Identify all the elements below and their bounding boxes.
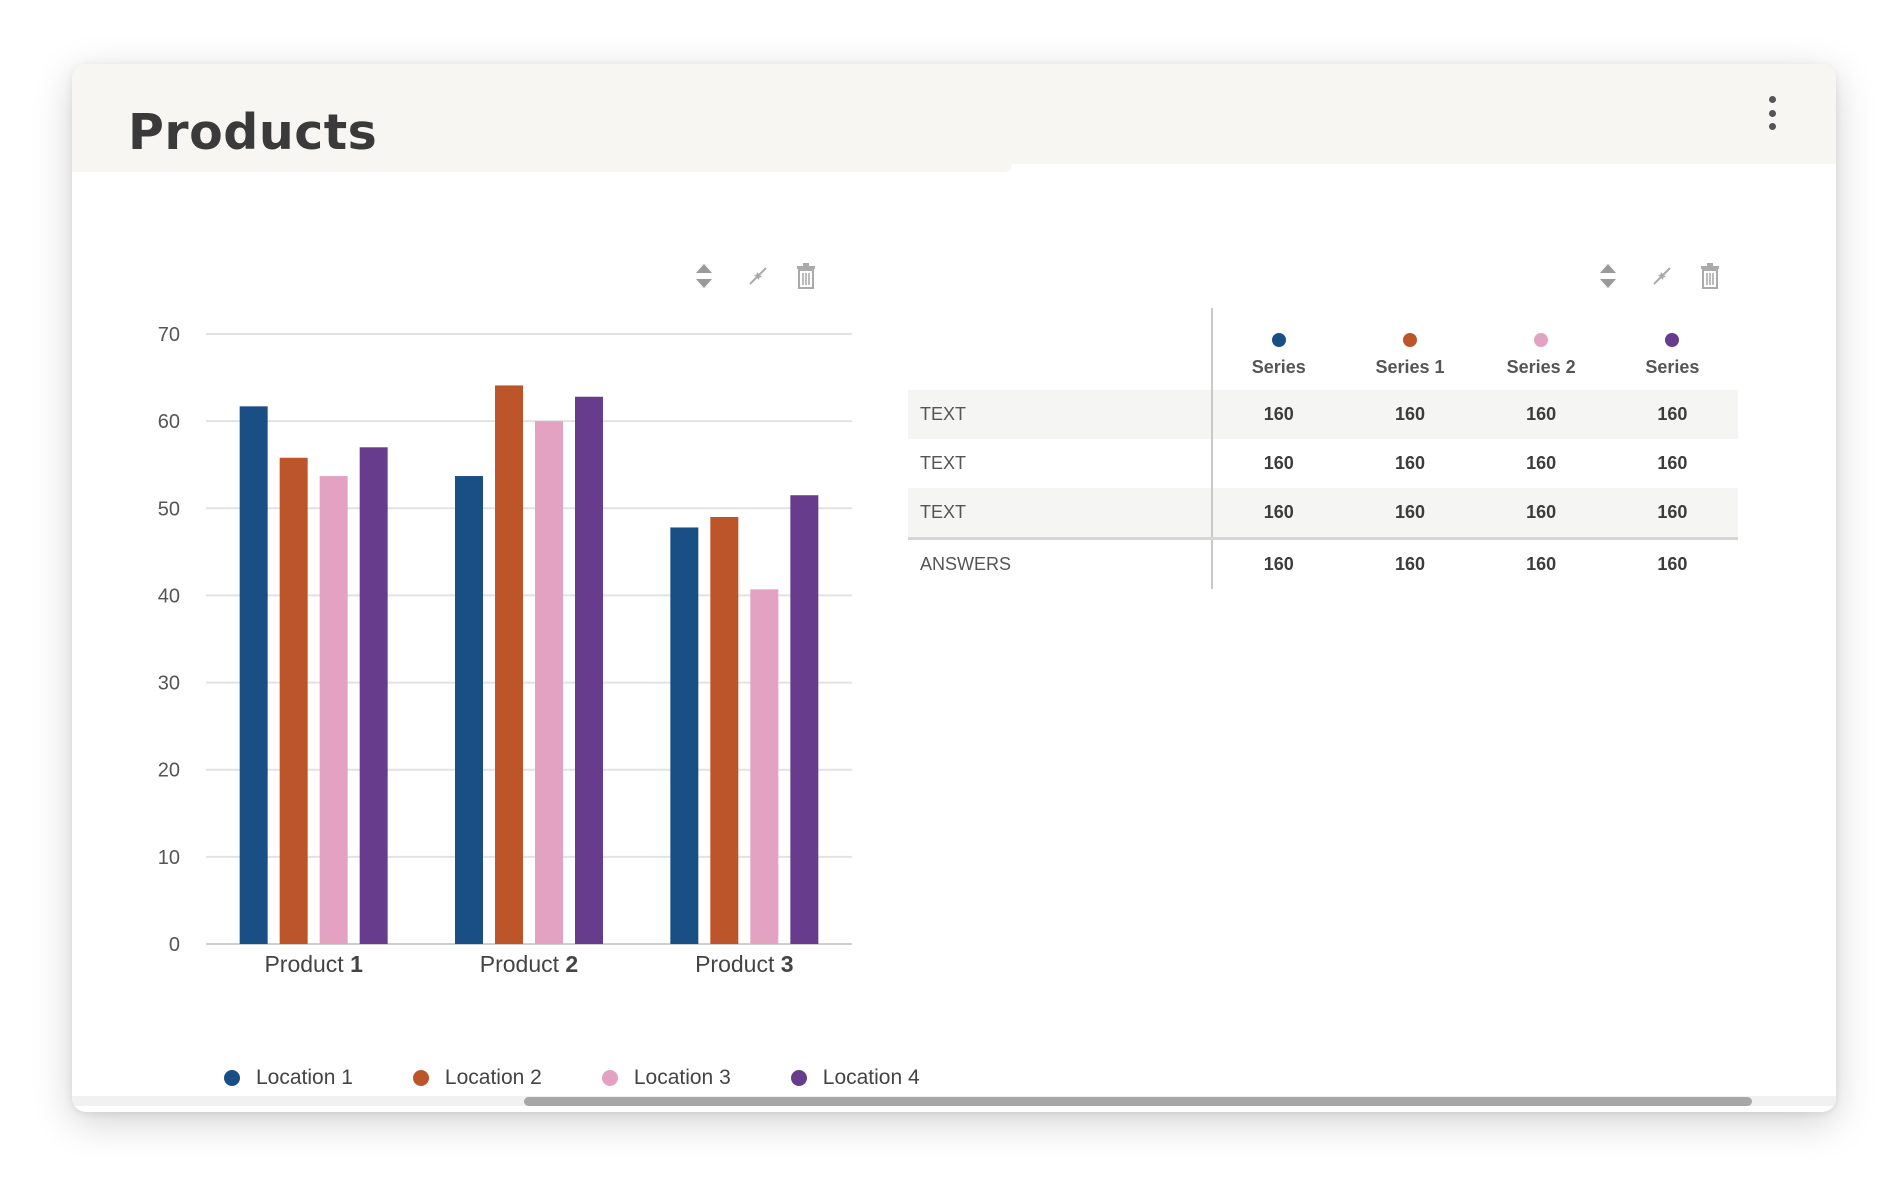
series-dot: [1665, 333, 1680, 347]
table-cell: 160: [1263, 453, 1294, 473]
table-row: TEXT 160 160 160 160: [908, 390, 1738, 439]
table-collapse-button[interactable]: [1646, 260, 1678, 292]
products-card: Products 0 10 20 30 40 50 60 70 Product …: [72, 64, 1836, 1112]
x-tick-label-text: Product: [695, 951, 781, 977]
y-tick-label: 10: [158, 847, 180, 869]
table-row-answers: ANSWERS 160 160 160 160: [908, 537, 1738, 589]
more-options-button[interactable]: [1760, 96, 1784, 130]
more-vertical-icon-dot: [1768, 109, 1776, 117]
legend-item[interactable]: Location 4: [790, 1066, 920, 1090]
legend-item[interactable]: Location 3: [601, 1066, 731, 1090]
bar: [455, 476, 483, 944]
bar: [495, 385, 523, 944]
table-header-row: Series Series 1 Series 2 Series: [908, 308, 1738, 390]
x-tick-label-text: Product: [480, 951, 566, 977]
bar: [535, 421, 563, 945]
column-header-label: Series: [1251, 357, 1306, 377]
y-tick-label: 70: [158, 324, 180, 346]
table-cell: 160: [1475, 488, 1607, 539]
data-table-container: Series Series 1 Series 2 Series TEXT 160…: [908, 308, 1738, 648]
column-header[interactable]: Series: [1607, 308, 1738, 390]
row-label: TEXT: [908, 488, 1214, 539]
horizontal-scrollbar-thumb[interactable]: [524, 1097, 1752, 1106]
table-cell: 160: [1475, 537, 1607, 589]
table-cell: 160: [1606, 537, 1738, 589]
legend-dot: [790, 1070, 807, 1086]
x-tick-label: Product 2: [480, 951, 578, 977]
y-tick-label: 40: [158, 585, 180, 607]
row-label: TEXT: [908, 390, 1214, 439]
table-sort-button[interactable]: [1592, 260, 1624, 292]
row-label: TEXT: [908, 439, 1214, 488]
legend-label: Location 1: [256, 1066, 353, 1089]
column-header-label: Series 1: [1375, 357, 1445, 377]
table-cell: 160: [1344, 537, 1476, 589]
more-vertical-icon: [1768, 96, 1776, 103]
legend-dot: [412, 1070, 429, 1086]
y-tick-label: 30: [158, 673, 180, 695]
table-delete-button[interactable]: [1694, 260, 1726, 292]
x-tick-label: Product 1: [264, 951, 363, 977]
y-tick-label: 50: [158, 498, 180, 520]
column-header-label: Series 2: [1506, 357, 1576, 377]
table-cell: 160: [1394, 453, 1425, 473]
bar-chart: 010203040506070Product 1 Product 2 Product…: [158, 324, 852, 977]
y-tick-label: 20: [158, 760, 180, 782]
table-row: TEXT 160 160 160 160: [908, 439, 1738, 488]
bar: [575, 396, 603, 944]
legend-item[interactable]: Location 2: [412, 1066, 542, 1090]
x-tick-label-number: 2: [565, 951, 578, 977]
bar: [750, 589, 779, 944]
legend-dot: [224, 1070, 240, 1086]
table-cell: 160: [1344, 390, 1476, 439]
table-cell: 160: [1475, 390, 1607, 439]
table-cell: 160: [1657, 453, 1688, 473]
legend-label: Location 2: [444, 1066, 542, 1089]
table-cell: 160: [1212, 390, 1345, 439]
bar: [790, 495, 819, 944]
legend-label: Location 3: [633, 1066, 731, 1089]
y-tick-label: 0: [169, 934, 180, 956]
series-dot: [1271, 333, 1286, 347]
more-vertical-icon-dot: [1768, 123, 1776, 130]
column-header[interactable]: Series 2: [1476, 308, 1607, 390]
sort-icon: [1600, 264, 1616, 288]
column-header-label: Series: [1645, 357, 1700, 377]
bar: [359, 447, 388, 944]
x-tick-label-text: Product: [264, 951, 350, 977]
bar: [279, 457, 308, 944]
column-header[interactable]: Series 1: [1344, 308, 1475, 390]
table-cell: 160: [1526, 453, 1557, 473]
table-row: TEXT 160 160 160 160: [908, 488, 1738, 539]
legend-item[interactable]: Location 1: [224, 1066, 353, 1090]
table-toolbar: [1592, 260, 1726, 292]
legend-label: Location 4: [822, 1066, 920, 1089]
table-cell: 160: [1606, 488, 1738, 539]
x-tick-label-number: 1: [350, 951, 363, 977]
bar: [239, 406, 268, 944]
row-label: ANSWERS: [908, 537, 1214, 589]
series-dot: [1534, 333, 1549, 347]
trash-icon: [1701, 263, 1719, 289]
legend-dot: [601, 1070, 618, 1086]
table-cell: 160: [1212, 537, 1345, 589]
series-dot: [1402, 333, 1417, 347]
bar: [319, 476, 348, 944]
bar: [710, 517, 739, 944]
table-cell: 160: [1606, 390, 1738, 439]
table-cell: 160: [1344, 488, 1476, 539]
data-table: Series Series 1 Series 2 Series TEXT 160…: [908, 308, 1738, 589]
x-tick-label: Product 3: [695, 951, 793, 977]
table-cell: 160: [1212, 488, 1345, 539]
x-tick-label-number: 3: [781, 951, 794, 977]
bar: [670, 527, 699, 944]
collapse-icon: [1653, 267, 1671, 285]
y-tick-label: 60: [158, 411, 180, 433]
table-corner: [908, 308, 1214, 390]
column-header[interactable]: Series: [1212, 308, 1344, 390]
chart-legend: Location 1 Location 2 Location 3 Location 4: [224, 1066, 980, 1090]
